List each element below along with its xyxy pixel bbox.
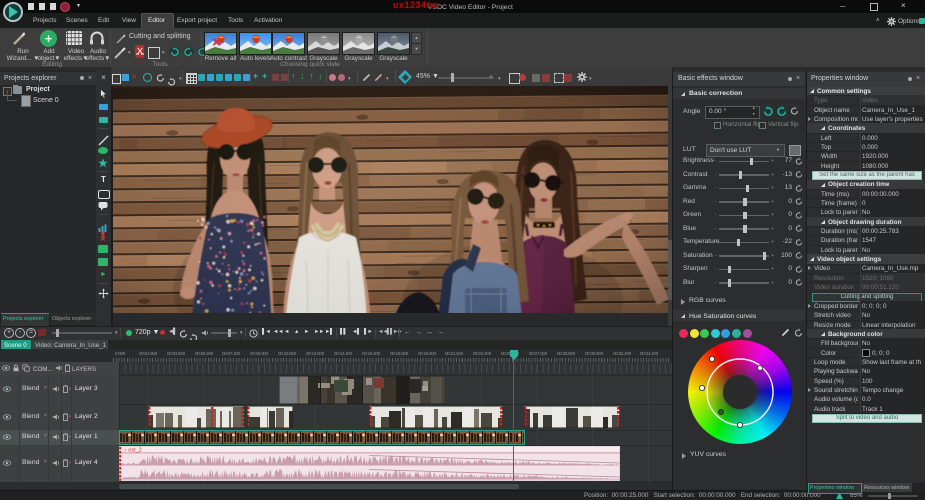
svg-text:♪ ost_2: ♪ ost_2 (124, 448, 142, 454)
